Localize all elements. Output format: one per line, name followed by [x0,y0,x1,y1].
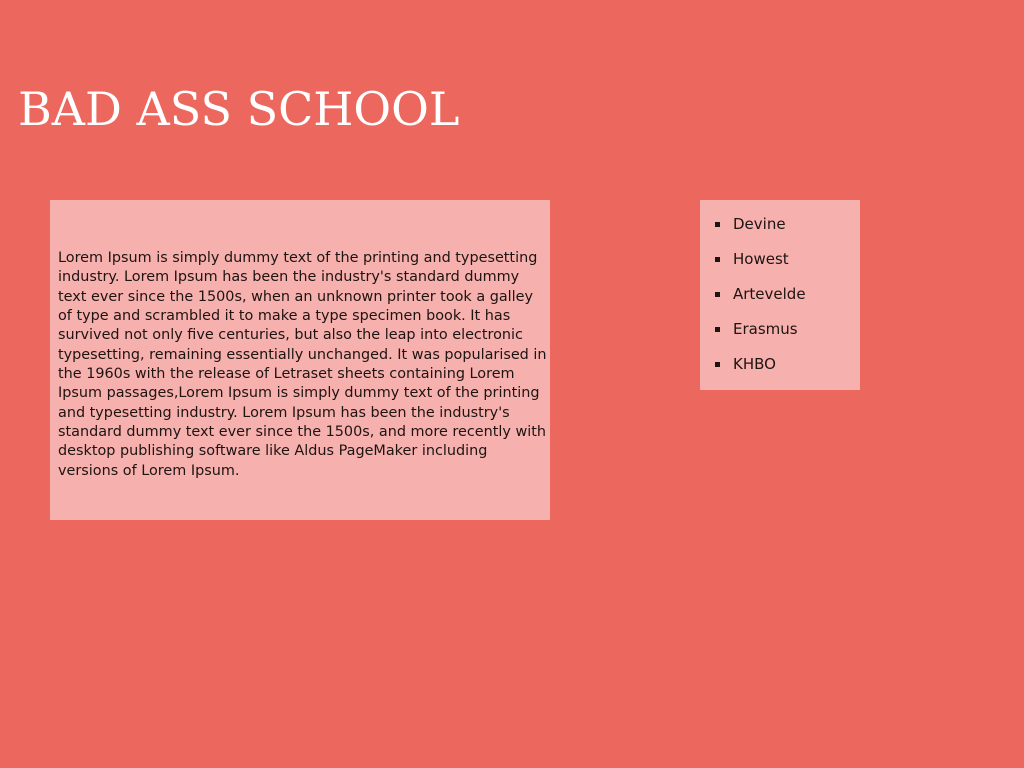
school-list-item-howest: Howest [700,249,860,284]
square-bullet-icon [715,362,720,367]
school-list-item-label: Devine [733,215,786,233]
school-list-item-label: KHBO [733,355,776,373]
square-bullet-icon [715,222,720,227]
school-list-item-label: Erasmus [733,320,798,338]
school-list: Devine Howest Artevelde Erasmus KHBO [700,200,860,389]
article-text: Lorem Ipsum is simply dummy text of the … [58,250,547,479]
page-title: BAD ASS SCHOOL [18,82,460,136]
square-bullet-icon [715,292,720,297]
square-bullet-icon [715,257,720,262]
square-bullet-icon [715,327,720,332]
school-list-item-khbo: KHBO [700,354,860,389]
school-list-item-label: Artevelde [733,285,806,303]
school-list-item-artevelde: Artevelde [700,284,860,319]
school-list-item-devine: Devine [700,214,860,249]
school-list-item-erasmus: Erasmus [700,319,860,354]
school-list-panel: Devine Howest Artevelde Erasmus KHBO [700,200,860,390]
article-panel: Lorem Ipsum is simply dummy text of the … [50,200,550,520]
school-list-item-label: Howest [733,250,789,268]
